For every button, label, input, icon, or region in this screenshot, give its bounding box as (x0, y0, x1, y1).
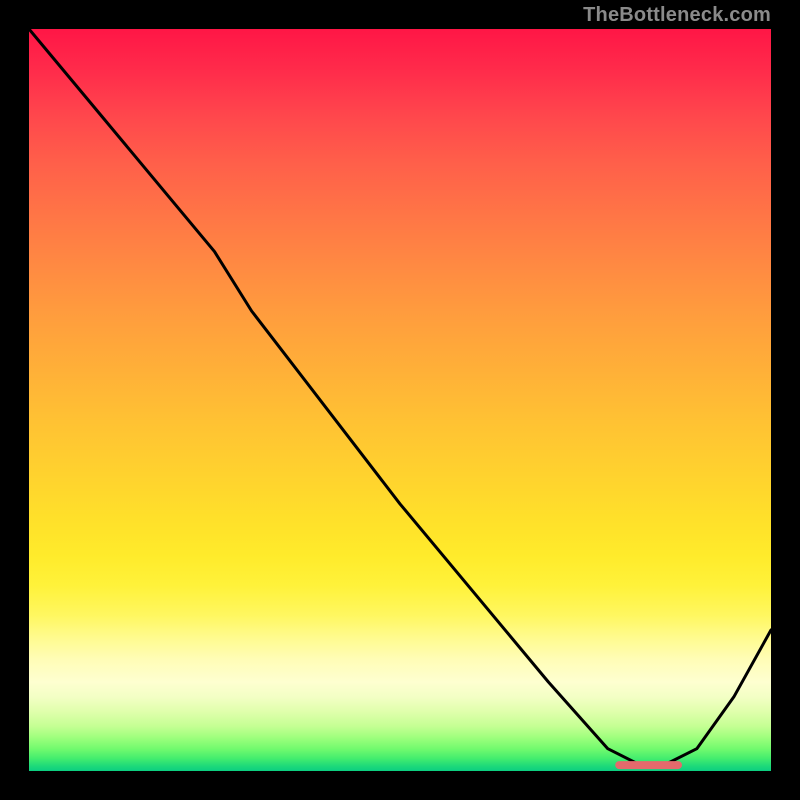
chart-svg (29, 29, 771, 771)
attribution-text: TheBottleneck.com (583, 4, 771, 27)
highlight-marker (615, 761, 682, 769)
data-curve (29, 29, 771, 764)
chart-frame: TheBottleneck.com (0, 0, 800, 800)
